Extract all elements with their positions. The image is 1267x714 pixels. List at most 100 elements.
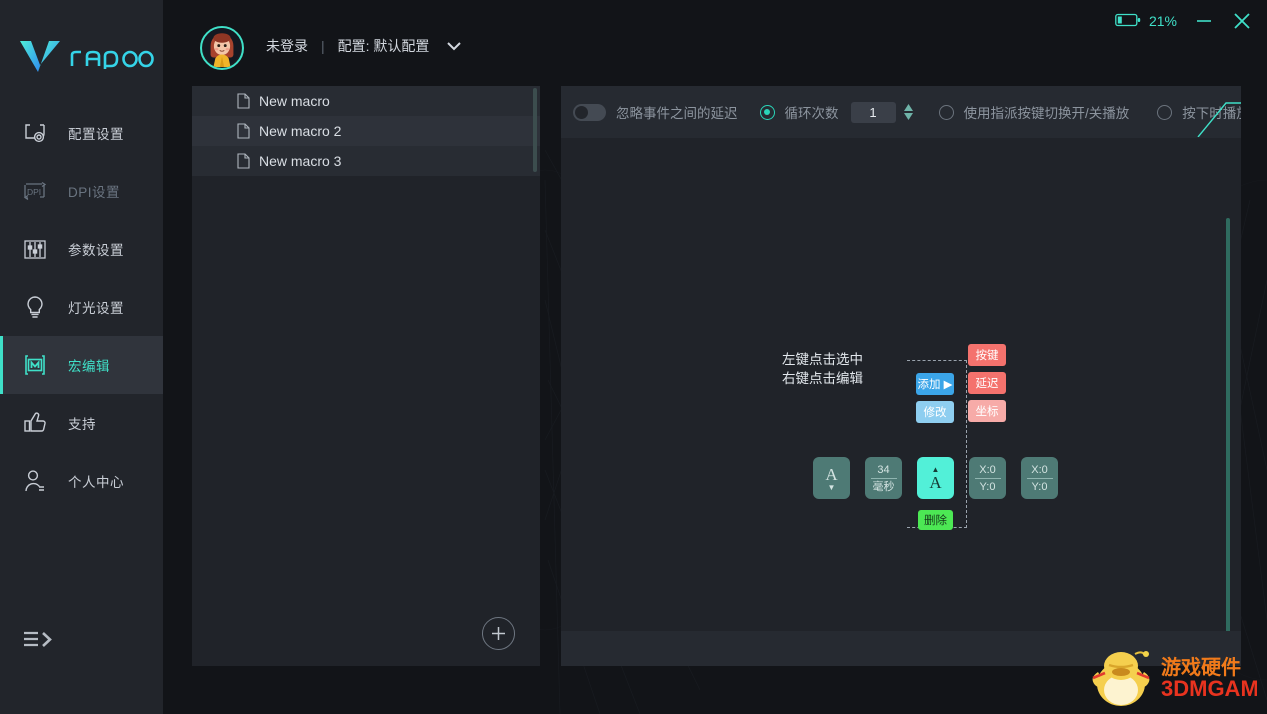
macro-event-key-up[interactable]: A ▼ [813, 457, 850, 499]
press-play-label: 按下时播放 [1182, 106, 1241, 121]
sidebar-item-profile-settings[interactable]: 配置设置 [0, 104, 163, 162]
event-coord-x: X:0 [1026, 463, 1053, 479]
event-key-label: A [825, 464, 838, 484]
profile-selector-label[interactable]: 配置: 默认配置 [338, 36, 430, 56]
macro-list: New macro New macro 2 New macro 3 [192, 86, 540, 604]
sidebar-item-macro-editor[interactable]: 宏编辑 [0, 336, 163, 394]
event-coord-x: X:0 [974, 463, 1001, 479]
watermark: 游戏硬件 3DMGAME [1085, 646, 1267, 708]
macro-list-scrollbar[interactable] [533, 88, 537, 172]
rapoo-v-logo-icon [20, 41, 60, 72]
macro-name: New macro 3 [259, 153, 342, 169]
toggle-play-label: 使用指派按键切换开/关播放 [963, 106, 1130, 121]
sidebar-item-label: DPI设置 [68, 185, 121, 200]
sidebar: 配置设置 DPI DPI设置 参数设置 灯光设置 宏编辑 支持 个人中心 [0, 0, 163, 714]
file-icon [237, 123, 250, 139]
ignore-delay-toggle[interactable] [573, 103, 606, 121]
loop-count-label: 循环次数 [784, 106, 839, 121]
battery-percent-label: 21% [1148, 13, 1177, 29]
sidebar-item-label: 支持 [68, 417, 96, 432]
macro-list-panel: New macro New macro 2 New macro 3 [192, 86, 540, 666]
macro-list-item[interactable]: New macro 2 [192, 116, 540, 146]
app-window: 配置设置 DPI DPI设置 参数设置 灯光设置 宏编辑 支持 个人中心 未登录… [0, 0, 1267, 714]
ignore-delay-group: 忽略事件之间的延迟 [573, 102, 738, 122]
toggle-play-group: 使用指派按键切换开/关播放 [938, 102, 1130, 122]
plus-icon [492, 627, 505, 640]
macro-editor-canvas[interactable]: 左键点击选中 右键点击编辑 添加 ▶ 修改 按键 延迟 坐标 A ▼ 34 毫秒… [561, 138, 1241, 631]
sidebar-item-label: 个人中心 [68, 475, 124, 490]
duck-mascot-icon [1092, 651, 1150, 706]
editor-hint-text: 左键点击选中 右键点击编辑 [782, 350, 863, 388]
add-macro-button[interactable] [482, 617, 515, 650]
rapoo-wordmark [70, 50, 154, 69]
event-coord-y: Y:0 [1031, 480, 1048, 493]
context-menu-modify-button[interactable]: 修改 [916, 401, 954, 423]
macro-name: New macro [259, 93, 330, 109]
avatar-icon [202, 28, 242, 67]
sliders-icon [18, 234, 52, 264]
press-play-group: 按下时播放 [1157, 102, 1241, 122]
file-icon [237, 153, 250, 169]
context-submenu: 按键 延迟 坐标 [968, 344, 1006, 422]
ignore-delay-label: 忽略事件之间的延迟 [616, 106, 738, 121]
sidebar-item-parameter-settings[interactable]: 参数设置 [0, 220, 163, 278]
hint-line-1: 左键点击选中 [782, 352, 863, 367]
user-icon [18, 466, 52, 496]
watermark-line-2: 3DMGAME [1161, 676, 1257, 701]
sidebar-nav: 配置设置 DPI DPI设置 参数设置 灯光设置 宏编辑 支持 个人中心 [0, 104, 163, 510]
close-icon[interactable] [1231, 10, 1253, 32]
editor-scrollbar[interactable] [1226, 218, 1230, 631]
toggle-play-radio[interactable] [938, 104, 954, 120]
macro-event-sequence: A ▼ 34 毫秒 ▲ A X:0 Y:0 X:0 Y:0 [813, 457, 1058, 499]
account-status[interactable]: 未登录 [266, 36, 308, 56]
separator: | [321, 38, 325, 54]
sidebar-item-support[interactable]: 支持 [0, 394, 163, 452]
event-key-label: A [929, 472, 942, 492]
event-delay-unit: 毫秒 [872, 480, 895, 493]
sidebar-item-light-settings[interactable]: 灯光设置 [0, 278, 163, 336]
hint-line-2: 右键点击编辑 [782, 371, 863, 386]
sidebar-item-label: 宏编辑 [68, 359, 110, 374]
svg-text:DPI: DPI [27, 187, 41, 197]
battery-icon [1115, 13, 1141, 30]
account-info: 未登录 | 配置: 默认配置 [266, 36, 462, 56]
delete-event-button[interactable]: 删除 [918, 510, 953, 530]
event-delay-value: 34 [870, 463, 897, 479]
macro-icon [18, 350, 52, 380]
macro-event-coordinate[interactable]: X:0 Y:0 [1021, 457, 1058, 499]
chevron-down-icon[interactable] [446, 38, 462, 54]
window-controls: 21% [1115, 10, 1253, 32]
sidebar-item-personal-center[interactable]: 个人中心 [0, 452, 163, 510]
submenu-key-button[interactable]: 按键 [968, 344, 1006, 366]
sidebar-item-dpi-settings[interactable]: DPI DPI设置 [0, 162, 163, 220]
macro-editor-toolbar: 忽略事件之间的延迟 循环次数 使用指派按键切换开/关播放 按下时播放 [561, 86, 1241, 138]
sidebar-item-label: 配置设置 [68, 127, 124, 142]
spinner-up-down-icon[interactable] [903, 104, 914, 120]
loop-count-radio[interactable] [759, 104, 775, 120]
macro-event-key-down[interactable]: ▲ A [917, 457, 954, 499]
loop-count-input[interactable] [850, 101, 896, 123]
minimize-icon[interactable] [1194, 13, 1214, 29]
sidebar-item-label: 灯光设置 [68, 301, 124, 316]
context-menu-add-button[interactable]: 添加 ▶ [916, 373, 954, 395]
macro-list-item[interactable]: New macro 3 [192, 146, 540, 176]
loop-count-group: 循环次数 [759, 101, 914, 123]
bulb-icon [18, 292, 52, 322]
submenu-coordinate-button[interactable]: 坐标 [968, 400, 1006, 422]
thumbs-up-icon [18, 408, 52, 438]
dpi-icon: DPI [18, 176, 52, 206]
avatar[interactable] [200, 26, 244, 70]
macro-name: New macro 2 [259, 123, 342, 139]
battery-status: 21% [1115, 13, 1177, 30]
context-menu: 添加 ▶ 修改 [916, 373, 954, 423]
triangle-down-icon: ▼ [827, 482, 836, 492]
macro-event-coordinate[interactable]: X:0 Y:0 [969, 457, 1006, 499]
macro-editor-panel: 忽略事件之间的延迟 循环次数 使用指派按键切换开/关播放 按下时播放 [561, 86, 1241, 666]
macro-list-item[interactable]: New macro [192, 86, 540, 116]
macro-event-delay[interactable]: 34 毫秒 [865, 457, 902, 499]
press-play-radio[interactable] [1157, 104, 1173, 120]
top-bar: 未登录 | 配置: 默认配置 21% [163, 0, 1267, 86]
collapse-sidebar-icon[interactable] [22, 629, 54, 656]
submenu-delay-button[interactable]: 延迟 [968, 372, 1006, 394]
event-coord-y: Y:0 [979, 480, 996, 493]
